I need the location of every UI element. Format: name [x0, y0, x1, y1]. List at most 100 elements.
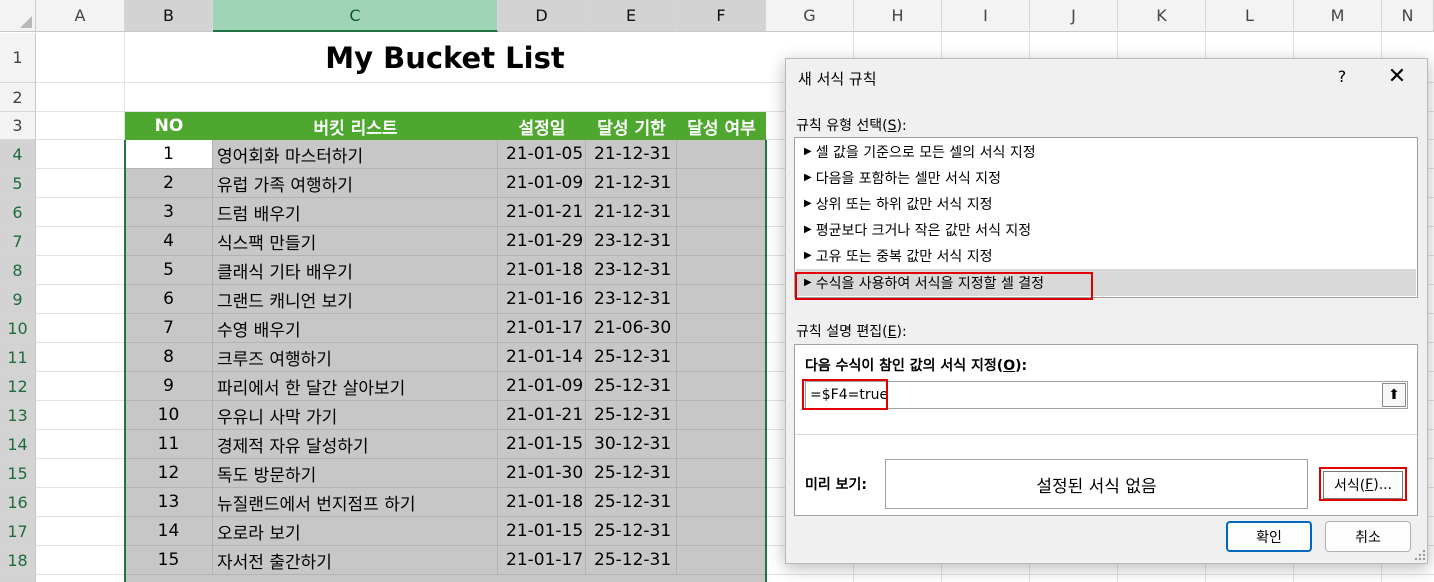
header-set-date[interactable]: 설정일: [498, 112, 586, 140]
cell-achieved[interactable]: [677, 546, 766, 575]
column-header-d[interactable]: D: [498, 0, 586, 32]
cell-set-date[interactable]: 21-01-15: [498, 517, 586, 546]
cell-set-date[interactable]: 21-01-29: [498, 227, 586, 256]
cell-no[interactable]: 3: [125, 198, 213, 227]
row-header-11[interactable]: 11: [0, 343, 36, 372]
cell-bucket-item[interactable]: 클래식 기타 배우기: [213, 256, 498, 285]
ok-button[interactable]: 확인: [1226, 521, 1312, 552]
cell-set-date[interactable]: 21-01-21: [498, 401, 586, 430]
row-header-9[interactable]: 9: [0, 285, 36, 314]
cell-deadline[interactable]: 25-12-31: [586, 343, 677, 372]
cell-deadline[interactable]: 25-12-31: [586, 459, 677, 488]
cell-no[interactable]: 15: [125, 546, 213, 575]
cell-deadline[interactable]: 23-12-31: [586, 227, 677, 256]
cell-achieved[interactable]: [677, 517, 766, 546]
column-header-k[interactable]: K: [1118, 0, 1206, 32]
cell-bucket-item[interactable]: 식스팩 만들기: [213, 227, 498, 256]
row-header-2[interactable]: 2: [0, 83, 36, 112]
cell-bucket-item[interactable]: 수영 배우기: [213, 314, 498, 343]
cell-deadline[interactable]: 30-12-31: [586, 430, 677, 459]
row-header-14[interactable]: 14: [0, 430, 36, 459]
column-header-l[interactable]: L: [1206, 0, 1294, 32]
cell-no[interactable]: 14: [125, 517, 213, 546]
cell-achieved[interactable]: [677, 459, 766, 488]
cancel-button[interactable]: 취소: [1325, 521, 1411, 552]
cell-bucket-item[interactable]: 뉴질랜드에서 번지점프 하기: [213, 488, 498, 517]
help-button[interactable]: ?: [1332, 67, 1352, 89]
rule-type-list[interactable]: ▶ 셀 값을 기준으로 모든 셀의 서식 지정 ▶ 다음을 포함하는 셀만 서식 지…: [794, 137, 1418, 298]
column-header-i[interactable]: I: [942, 0, 1030, 32]
cell-bucket-item[interactable]: 파리에서 한 달간 살아보기: [213, 372, 498, 401]
cell-set-date[interactable]: 21-01-05: [498, 140, 586, 169]
rule-type-item[interactable]: ▶ 평균보다 크거나 작은 값만 서식 지정: [796, 217, 1416, 242]
cell-achieved[interactable]: [677, 372, 766, 401]
header-deadline[interactable]: 달성 기한: [586, 112, 677, 140]
cell-deadline[interactable]: 25-12-31: [586, 517, 677, 546]
cell-bucket-item[interactable]: 드럼 배우기: [213, 198, 498, 227]
sheet-title[interactable]: My Bucket List: [125, 33, 765, 82]
cell-no[interactable]: 12: [125, 459, 213, 488]
cell-deadline[interactable]: 21-06-30: [586, 314, 677, 343]
row-header-17[interactable]: 17: [0, 517, 36, 546]
cell-deadline[interactable]: 21-12-31: [586, 198, 677, 227]
column-header-n[interactable]: N: [1382, 0, 1434, 32]
cell-no[interactable]: 13: [125, 488, 213, 517]
cell-no[interactable]: 1: [125, 140, 213, 169]
row-header-12[interactable]: 12: [0, 372, 36, 401]
column-header-e[interactable]: E: [586, 0, 677, 32]
column-header-f[interactable]: F: [677, 0, 766, 32]
row-header-19[interactable]: [0, 575, 36, 582]
row-header-1[interactable]: 1: [0, 33, 36, 83]
row-header-7[interactable]: 7: [0, 227, 36, 256]
cell-deadline[interactable]: 25-12-31: [586, 546, 677, 575]
cell-set-date[interactable]: 21-01-17: [498, 314, 586, 343]
blank-row[interactable]: [125, 83, 765, 111]
cell-no[interactable]: 11: [125, 430, 213, 459]
cell-no[interactable]: 4: [125, 227, 213, 256]
row-header-5[interactable]: 5: [0, 169, 36, 198]
rule-type-item[interactable]: ▶ 상위 또는 하위 값만 서식 지정: [796, 191, 1416, 216]
cell-achieved[interactable]: [677, 430, 766, 459]
cell-no[interactable]: 10: [125, 401, 213, 430]
rule-type-item[interactable]: ▶ 다음을 포함하는 셀만 서식 지정: [796, 165, 1416, 190]
select-all-corner[interactable]: [0, 0, 36, 32]
cell-set-date[interactable]: 21-01-18: [498, 256, 586, 285]
cell-no[interactable]: 9: [125, 372, 213, 401]
cell-deadline[interactable]: 23-12-31: [586, 256, 677, 285]
cell-deadline[interactable]: 25-12-31: [586, 401, 677, 430]
cell-set-date[interactable]: 21-01-16: [498, 285, 586, 314]
row-header-10[interactable]: 10: [0, 314, 36, 343]
cell-achieved[interactable]: [677, 314, 766, 343]
row-header-6[interactable]: 6: [0, 198, 36, 227]
cell-set-date[interactable]: 21-01-21: [498, 198, 586, 227]
column-header-g[interactable]: G: [766, 0, 854, 32]
cell-set-date[interactable]: 21-01-30: [498, 459, 586, 488]
cell-achieved[interactable]: [677, 343, 766, 372]
cell-deadline[interactable]: 25-12-31: [586, 488, 677, 517]
cell-bucket-item[interactable]: 크루즈 여행하기: [213, 343, 498, 372]
cell-deadline[interactable]: 25-12-31: [586, 372, 677, 401]
format-button[interactable]: 서식(F)...: [1323, 471, 1403, 499]
cell-achieved[interactable]: [677, 285, 766, 314]
cell-achieved[interactable]: [677, 488, 766, 517]
column-header-a[interactable]: A: [36, 0, 125, 32]
cell-achieved[interactable]: [677, 227, 766, 256]
cell-bucket-item[interactable]: 독도 방문하기: [213, 459, 498, 488]
cell-deadline[interactable]: 23-12-31: [586, 285, 677, 314]
cell-deadline[interactable]: 21-12-31: [586, 169, 677, 198]
cell-set-date[interactable]: 21-01-17: [498, 546, 586, 575]
close-button[interactable]: ✕: [1384, 63, 1410, 91]
cell-bucket-item[interactable]: 경제적 자유 달성하기: [213, 430, 498, 459]
header-achieved[interactable]: 달성 여부: [677, 112, 766, 140]
cell-set-date[interactable]: 21-01-09: [498, 372, 586, 401]
row-header-18[interactable]: 18: [0, 546, 36, 575]
cell-achieved[interactable]: [677, 401, 766, 430]
cell-bucket-item[interactable]: 오로라 보기: [213, 517, 498, 546]
column-header-m[interactable]: M: [1294, 0, 1382, 32]
cell-set-date[interactable]: 21-01-15: [498, 430, 586, 459]
cell-bucket-item[interactable]: 영어회화 마스터하기: [213, 140, 498, 169]
cell-bucket-item[interactable]: 자서전 출간하기: [213, 546, 498, 575]
header-bucket-list[interactable]: 버킷 리스트: [213, 112, 498, 140]
dialog-titlebar[interactable]: 새 서식 규칙 ? ✕: [786, 59, 1427, 99]
cell-achieved[interactable]: [677, 140, 766, 169]
